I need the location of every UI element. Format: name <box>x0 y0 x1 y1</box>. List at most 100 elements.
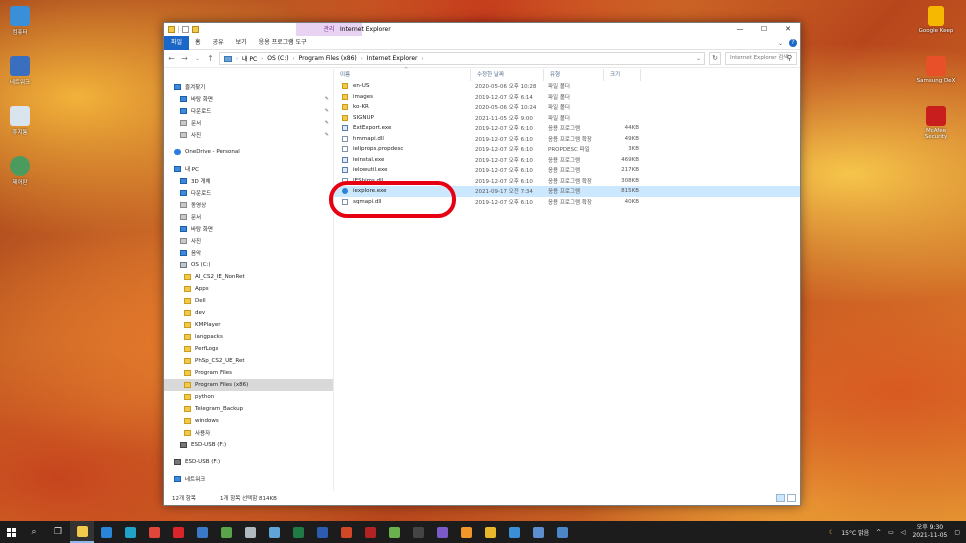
taskbar-word[interactable] <box>310 521 334 543</box>
clock[interactable]: 오후 9:30 2021-11-05 <box>912 524 947 540</box>
refresh-icon[interactable]: ↻ <box>709 52 721 65</box>
chevron-down-icon[interactable]: ⌄ <box>193 56 202 62</box>
sidebar-item[interactable]: 바탕 화면 <box>164 223 333 235</box>
taskbar-edge[interactable] <box>118 521 142 543</box>
tray-chevron-icon[interactable]: ^ <box>876 529 881 536</box>
taskbar-app-photo[interactable] <box>190 521 214 543</box>
column-date[interactable]: 수정한 날짜 <box>471 68 544 81</box>
tab-application-tools[interactable]: 응용 프로그램 도구 <box>253 36 313 50</box>
new-folder-icon[interactable] <box>192 26 199 33</box>
sidebar-item[interactable]: 사진 <box>164 235 333 247</box>
address-bar[interactable]: › 내 PC › OS (C:) › Program Files (x86) ›… <box>219 52 705 65</box>
sidebar-item[interactable]: 내 PC <box>164 163 333 175</box>
sidebar-item[interactable]: 문서 <box>164 211 333 223</box>
tab-share[interactable]: 공유 <box>207 36 230 50</box>
sidebar-item[interactable]: 음악 <box>164 247 333 259</box>
tab-view[interactable]: 보기 <box>230 36 253 50</box>
sidebar-item[interactable]: Apps <box>164 283 333 295</box>
column-type[interactable]: 유형 <box>544 68 604 81</box>
sidebar-item[interactable]: PerfLogs <box>164 343 333 355</box>
breadcrumb-item[interactable]: OS (C:) <box>267 55 288 62</box>
sidebar-item[interactable]: ESD-USB (F:) <box>164 439 333 451</box>
file-row[interactable]: ielowutil.exe 2019-12-07 오후 6:10 응용 프로그램 21… <box>334 165 800 176</box>
file-row[interactable]: IEShims.dll 2019-12-07 오후 6:10 응용 프로그램 확장 3… <box>334 176 800 187</box>
search-input[interactable]: Internet Explorer 검색 ⚲ <box>725 52 797 65</box>
sidebar-item[interactable]: Dell <box>164 295 333 307</box>
taskbar-app-dark[interactable] <box>406 521 430 543</box>
file-row[interactable]: ieIiprops.propdesc 2019-12-07 오후 6:10 PROP… <box>334 144 800 155</box>
sidebar-item[interactable]: Program Files <box>164 367 333 379</box>
desktop-icon-network[interactable]: 네트워크 <box>0 56 40 86</box>
sidebar-item[interactable]: ESD-USB (F:) <box>164 456 333 468</box>
desktop-icon-google-keep[interactable]: Google Keep <box>916 6 956 34</box>
file-row[interactable]: sqmapi.dll 2019-12-07 오후 6:10 응용 프로그램 확장 40… <box>334 197 800 208</box>
desktop-icon-recycle-bin[interactable]: 휴지통 <box>0 106 40 136</box>
desktop-icon-computer[interactable]: 컴퓨터 <box>0 6 40 36</box>
properties-icon[interactable] <box>182 26 189 33</box>
volume-icon[interactable]: ◁ <box>901 529 906 536</box>
taskbar-file-explorer[interactable] <box>70 521 94 543</box>
weather-icon[interactable]: ☾ <box>829 529 834 536</box>
tab-file[interactable]: 파일 <box>164 35 190 50</box>
pin-icon[interactable]: ✎ <box>325 96 329 102</box>
sidebar-item[interactable]: dev <box>164 307 333 319</box>
desktop-icon-samsung-dex[interactable]: Samsung DeX <box>916 56 956 84</box>
taskbar-app-bluegrid[interactable] <box>526 521 550 543</box>
sidebar-item[interactable]: KMPlayer <box>164 319 333 331</box>
taskbar-app-red[interactable] <box>358 521 382 543</box>
taskbar-app-blue2[interactable] <box>502 521 526 543</box>
address-history-icon[interactable]: ⌄ <box>696 55 701 62</box>
column-size[interactable]: 크기 <box>604 68 641 81</box>
taskbar-notepad[interactable] <box>262 521 286 543</box>
taskbar-search[interactable]: ⌕ <box>22 521 46 543</box>
up-icon[interactable]: ↑ <box>206 54 215 63</box>
taskbar-app-orange[interactable] <box>454 521 478 543</box>
taskbar-app-browser2[interactable] <box>430 521 454 543</box>
taskbar-powerpoint[interactable] <box>334 521 358 543</box>
taskbar-task-view[interactable]: ❐ <box>46 521 70 543</box>
file-row[interactable]: hmmapi.dll 2019-12-07 오후 6:10 응용 프로그램 확장 49… <box>334 134 800 145</box>
taskbar-chrome[interactable] <box>142 521 166 543</box>
sidebar-item[interactable]: OneDrive - Personal <box>164 146 333 158</box>
pin-icon[interactable]: ✎ <box>325 120 329 126</box>
file-row[interactable]: ExtExport.exe 2019-12-07 오후 6:10 응용 프로그램 44… <box>334 123 800 134</box>
sidebar-item[interactable]: 네트워크 <box>164 473 333 485</box>
desktop-icon-mcafee[interactable]: McAfee Security <box>916 106 956 140</box>
start-button[interactable] <box>0 521 22 543</box>
help-icon[interactable]: ? <box>789 39 797 47</box>
desktop-icon-control-panel[interactable]: 제어판 <box>0 156 40 186</box>
sidebar-item[interactable]: 사용자 <box>164 427 333 439</box>
sidebar-item[interactable]: langpacks <box>164 331 333 343</box>
sidebar-item[interactable]: 문서 ✎ <box>164 117 333 129</box>
maximize-button[interactable]: ☐ <box>752 23 776 36</box>
sidebar-item[interactable]: Program Files (x86) <box>164 379 333 391</box>
file-row[interactable]: SIGNUP 2021-11-05 오후 9:00 파일 폴더 <box>334 113 800 124</box>
sidebar-item[interactable]: 즐겨찾기 <box>164 81 333 93</box>
taskbar-mail[interactable] <box>94 521 118 543</box>
column-name[interactable]: 이름 <box>334 68 471 81</box>
taskbar-app-grey[interactable] <box>238 521 262 543</box>
back-icon[interactable]: ← <box>167 54 176 63</box>
taskbar-app-leaf[interactable] <box>382 521 406 543</box>
tab-home[interactable]: 홈 <box>189 36 207 50</box>
file-row[interactable]: en-US 2020-05-06 오후 10:28 파일 폴더 <box>334 81 800 92</box>
sidebar-item[interactable]: windows <box>164 415 333 427</box>
large-icons-view-icon[interactable] <box>787 494 796 502</box>
breadcrumb-item[interactable]: Internet Explorer <box>367 55 418 62</box>
taskbar-excel[interactable] <box>286 521 310 543</box>
pin-icon[interactable]: ✎ <box>325 108 329 114</box>
sidebar-item[interactable]: Telegram_Backup <box>164 403 333 415</box>
file-row[interactable]: ieinstal.exe 2019-12-07 오후 6:10 응용 프로그램 469… <box>334 155 800 166</box>
expand-ribbon-icon[interactable]: ⌄ <box>778 40 783 47</box>
taskbar-app-yellow[interactable] <box>478 521 502 543</box>
sidebar-item[interactable]: 사진 ✎ <box>164 129 333 141</box>
pin-icon[interactable]: ✎ <box>325 132 329 138</box>
breadcrumb-item[interactable]: 내 PC <box>242 54 257 63</box>
sidebar-item[interactable]: 다운로드 ✎ <box>164 105 333 117</box>
network-tray-icon[interactable]: ▭ <box>888 529 894 536</box>
taskbar-app-doc[interactable] <box>550 521 574 543</box>
close-button[interactable]: ✕ <box>776 23 800 36</box>
sidebar-item[interactable]: AI_CS2_IE_NonRet <box>164 271 333 283</box>
taskbar-opera[interactable] <box>166 521 190 543</box>
minimize-button[interactable]: — <box>728 23 752 36</box>
